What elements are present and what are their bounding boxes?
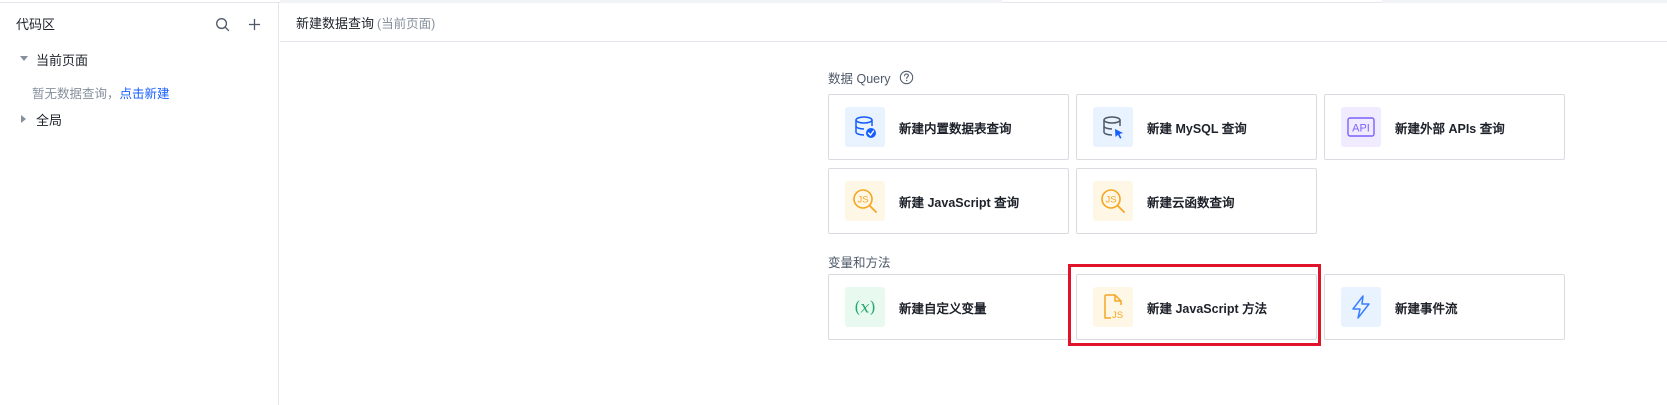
new-event-flow-card[interactable]: 新建事件流 xyxy=(1324,274,1565,340)
new-external-api-query-card[interactable]: API 新建外部 APIs 查询 xyxy=(1324,94,1565,160)
empty-hint-text: 暂无数据查询， xyxy=(32,87,120,101)
add-icon[interactable] xyxy=(245,15,263,33)
tree-label: 当前页面 xyxy=(36,52,89,68)
new-cloud-function-query-card[interactable]: JS 新建云函数查询 xyxy=(1076,168,1317,234)
card-label: 新建云函数查询 xyxy=(1147,195,1235,210)
js-icon-text: JS xyxy=(1112,310,1123,321)
card-label: 新建 JavaScript 查询 xyxy=(899,195,1020,210)
javascript-file-icon: JS xyxy=(1093,287,1133,327)
tree-label: 全局 xyxy=(36,112,63,128)
card-label: 新建 JavaScript 方法 xyxy=(1147,301,1268,316)
section-label-query: 数据 Query xyxy=(828,68,914,87)
new-builtin-table-query-card[interactable]: 新建内置数据表查询 xyxy=(828,94,1069,160)
new-custom-variable-card[interactable]: (𝑥) 新建自定义变量 xyxy=(828,274,1069,340)
sidebar-header: 代码区 xyxy=(0,3,278,43)
section-label-text: 数据 Query xyxy=(828,72,891,86)
js-icon-text: JS xyxy=(1105,195,1116,206)
card-label: 新建事件流 xyxy=(1395,301,1458,316)
page-subtitle: (当前页面) xyxy=(377,16,436,31)
card-label: 新建内置数据表查询 xyxy=(899,121,1012,136)
code-sidebar: 代码区 当前页面 暂无数据查询，点击新建 全局 xyxy=(0,3,279,405)
help-icon[interactable] xyxy=(899,70,914,85)
api-icon: API xyxy=(1341,107,1381,147)
variable-x-icon: (𝑥) xyxy=(845,287,885,327)
search-icon[interactable] xyxy=(213,15,231,33)
create-new-link[interactable]: 点击新建 xyxy=(120,87,170,101)
js-icon-text: JS xyxy=(857,195,868,206)
tree-item-current-page[interactable]: 当前页面 xyxy=(0,47,88,71)
lightning-icon xyxy=(1341,287,1381,327)
new-javascript-query-card[interactable]: JS 新建 JavaScript 查询 xyxy=(828,168,1069,234)
cloud-function-icon: JS xyxy=(1093,181,1133,221)
sidebar-title: 代码区 xyxy=(16,16,56,32)
api-icon-text: API xyxy=(1352,123,1370,135)
empty-query-hint: 暂无数据查询，点击新建 xyxy=(32,83,170,102)
variable-icon-text: (𝑥) xyxy=(854,298,876,317)
card-label: 新建自定义变量 xyxy=(899,301,987,316)
mysql-database-icon xyxy=(1093,107,1133,147)
section-label-variables: 变量和方法 xyxy=(828,252,891,271)
new-mysql-query-card[interactable]: 新建 MySQL 查询 xyxy=(1076,94,1317,160)
caret-right-icon xyxy=(19,114,29,124)
main-header: 新建数据查询 (当前页面) xyxy=(280,3,1667,42)
caret-down-icon xyxy=(19,54,29,64)
new-javascript-method-card[interactable]: JS 新建 JavaScript 方法 xyxy=(1076,274,1317,340)
javascript-search-icon: JS xyxy=(845,181,885,221)
page-title: 新建数据查询 xyxy=(296,15,375,31)
card-label: 新建 MySQL 查询 xyxy=(1147,121,1247,136)
card-label: 新建外部 APIs 查询 xyxy=(1395,121,1505,136)
section-label-text: 变量和方法 xyxy=(828,256,891,270)
tree-item-global[interactable]: 全局 xyxy=(0,107,62,131)
database-icon xyxy=(845,107,885,147)
